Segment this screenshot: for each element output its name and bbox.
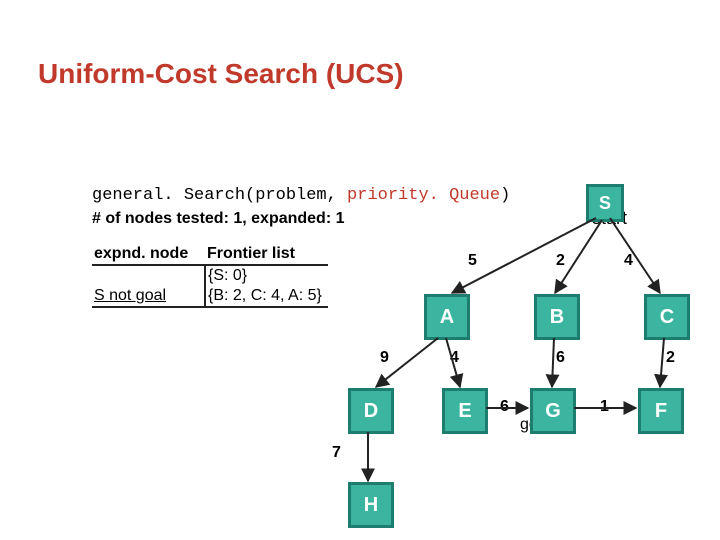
page-title: Uniform-Cost Search (UCS)	[38, 58, 404, 90]
table-cell: {S: 0}	[205, 265, 328, 286]
code-text: general. Search(problem,	[92, 186, 347, 205]
edge-weight: 2	[666, 349, 675, 367]
node-c: C	[644, 294, 690, 340]
edge-weight: 7	[332, 444, 341, 462]
col-header: Frontier list	[205, 244, 328, 265]
code-line: general. Search(problem, priority. Queue…	[92, 186, 510, 205]
edge-weight: 2	[556, 252, 565, 270]
node-h: H	[348, 482, 394, 528]
node-s: S	[586, 184, 624, 222]
table-cell: {B: 2, C: 4, A: 5}	[205, 286, 328, 307]
trace-table: expnd. node Frontier list {S: 0} S not g…	[92, 244, 328, 308]
table-cell: S not goal	[92, 286, 205, 307]
node-b: B	[534, 294, 580, 340]
stats-line: # of nodes tested: 1, expanded: 1	[92, 210, 345, 228]
edge-weight: 9	[380, 349, 389, 367]
code-keyword: priority. Queue	[347, 186, 500, 205]
node-a: A	[424, 294, 470, 340]
edge-weight: 4	[450, 349, 459, 367]
node-g: G	[530, 388, 576, 434]
node-f: F	[638, 388, 684, 434]
node-e: E	[442, 388, 488, 434]
code-text: )	[500, 186, 510, 205]
table-cell	[92, 265, 205, 286]
edge-weight: 6	[500, 398, 509, 416]
node-d: D	[348, 388, 394, 434]
edge-weight: 6	[556, 349, 565, 367]
edge-weight: 5	[468, 252, 477, 270]
edge-weight: 1	[600, 398, 609, 416]
edge-weight: 4	[624, 252, 633, 270]
col-header: expnd. node	[92, 244, 205, 265]
